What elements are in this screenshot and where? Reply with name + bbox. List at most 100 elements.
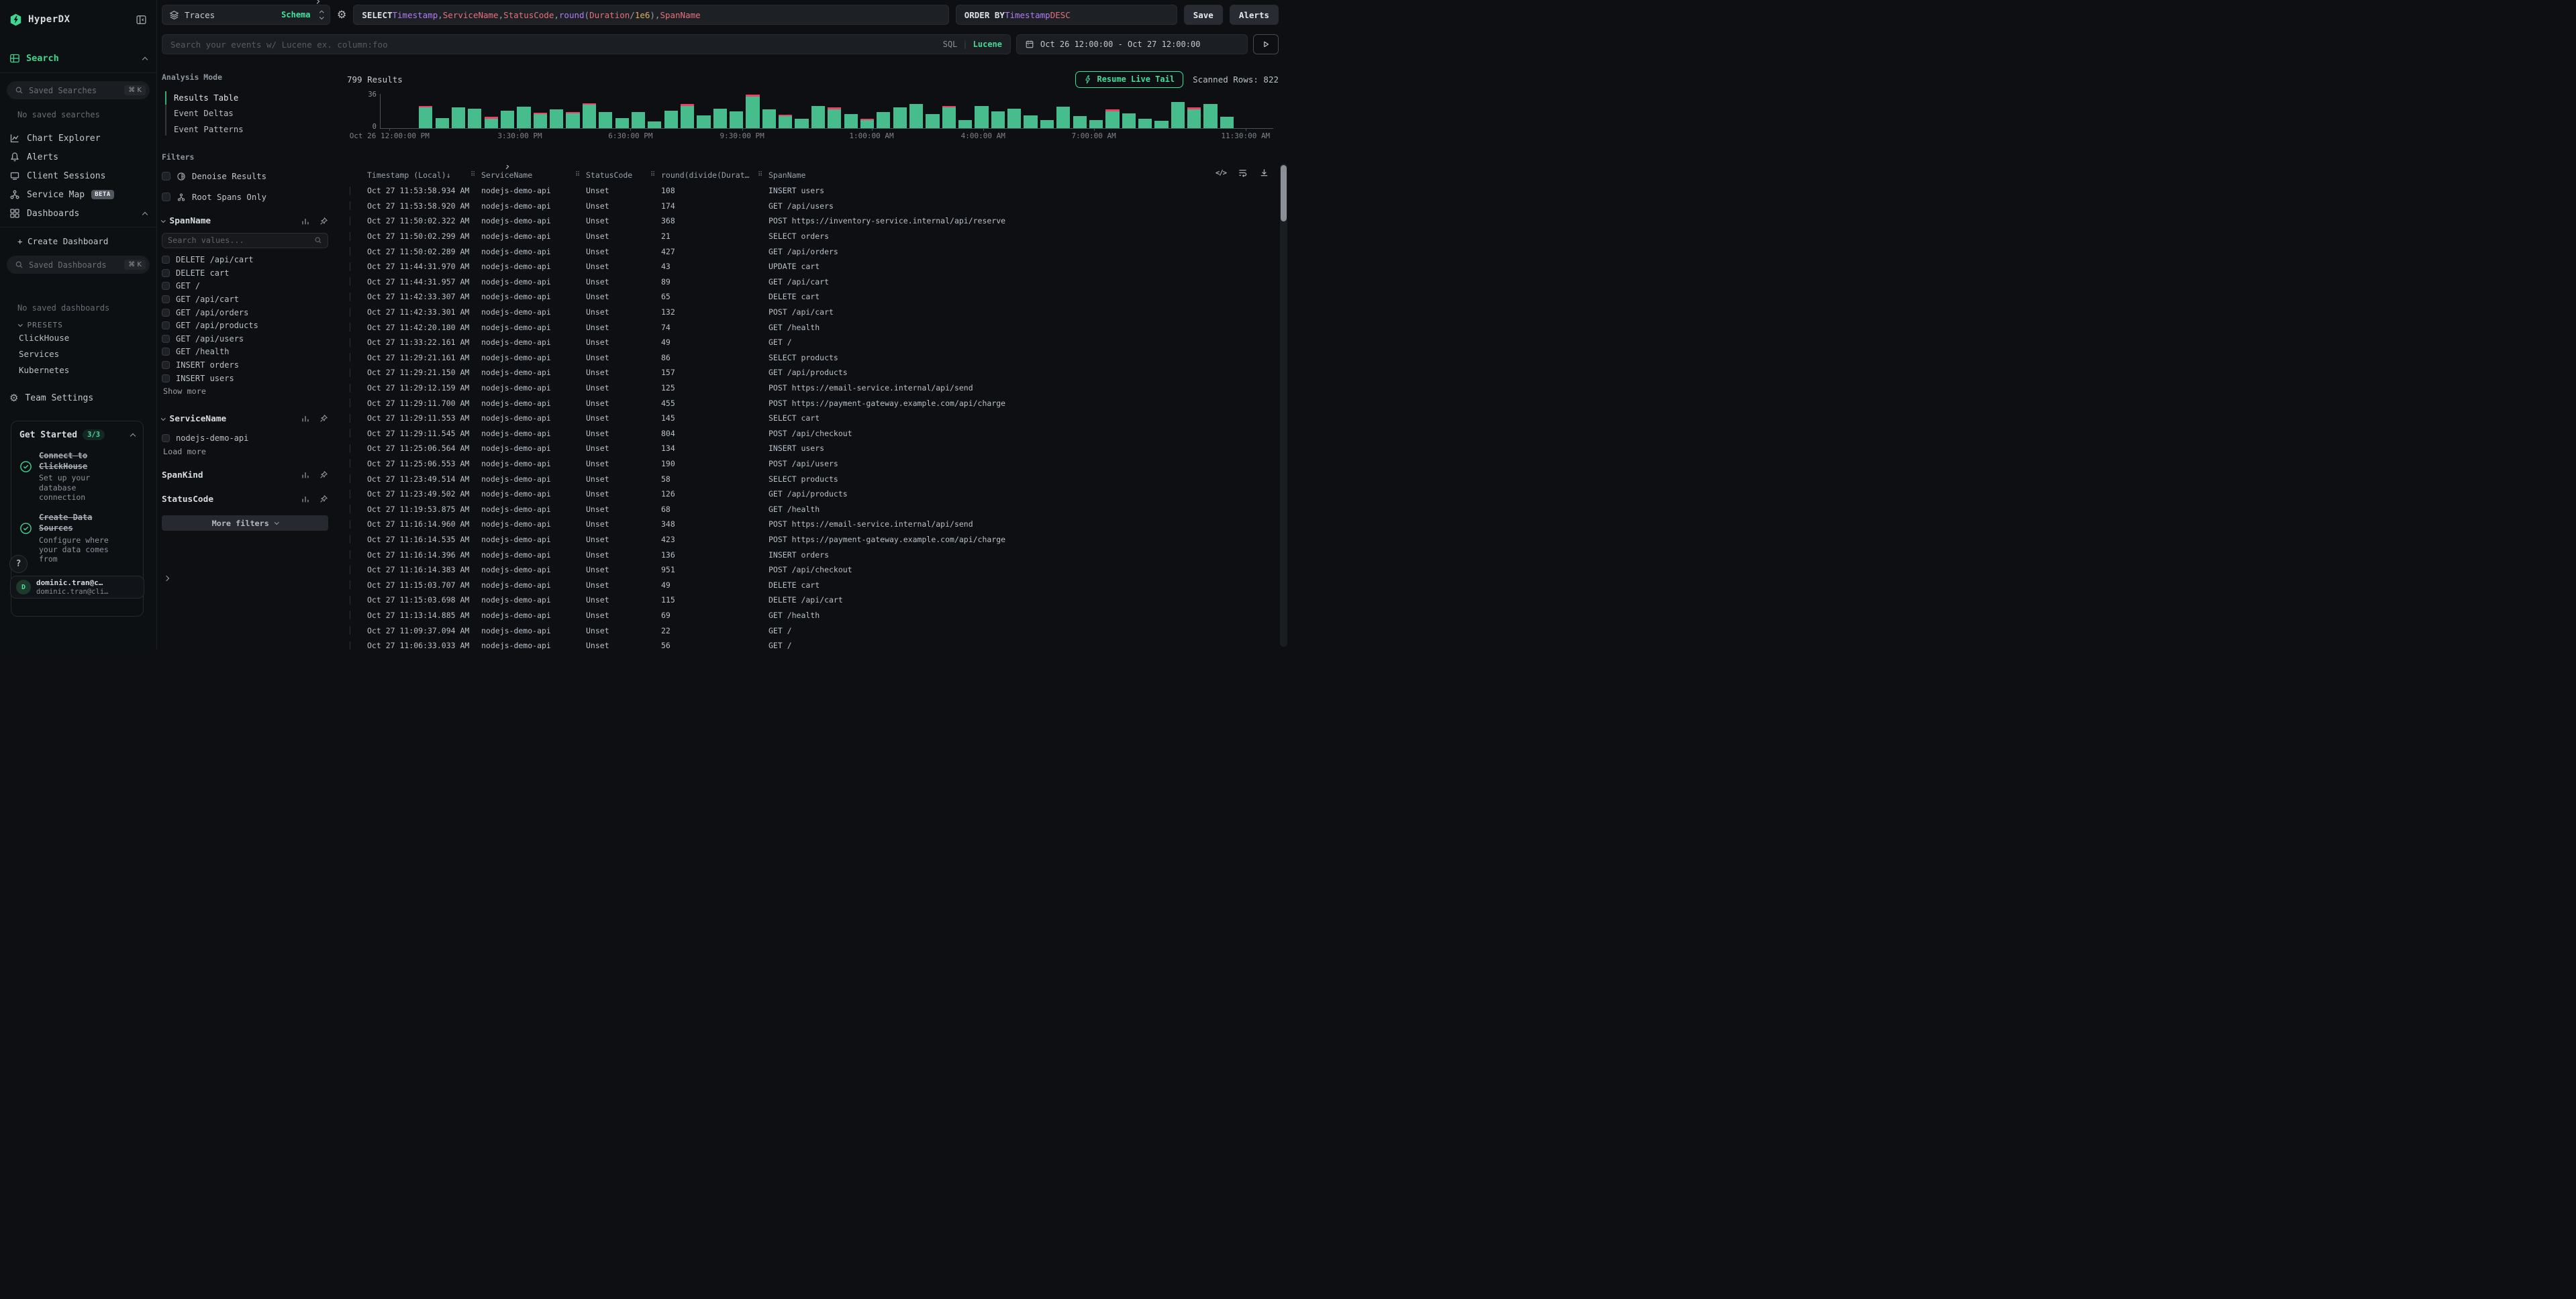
filter-value-item[interactable]: DELETE cart [162, 266, 328, 280]
user-menu[interactable]: D dominic.tran@c… dominic.tran@cli… [10, 576, 144, 599]
checkbox[interactable] [162, 295, 170, 303]
filter-value-item[interactable]: GET /api/orders [162, 306, 328, 319]
run-query-button[interactable] [1253, 34, 1279, 54]
table-row[interactable]: Oct 27 11:16:14.960 AMnodejs-demo-apiUns… [347, 517, 1279, 532]
sidebar-item-chart-explorer[interactable]: Chart Explorer [7, 129, 150, 148]
chart-mini-icon[interactable] [301, 414, 310, 423]
preset-clickhouse[interactable]: ClickHouse [7, 329, 150, 346]
table-row[interactable]: Oct 27 11:16:14.383 AMnodejs-demo-apiUns… [347, 562, 1279, 578]
chart-mini-icon[interactable] [301, 217, 310, 226]
histogram-bar[interactable] [1154, 94, 1171, 128]
filter-section-spanname[interactable]: SpanName [162, 214, 328, 229]
drag-handle-icon[interactable]: ⠿ [758, 171, 762, 178]
sidebar-item-dashboards[interactable]: Dashboards [7, 204, 150, 223]
histogram-bar[interactable] [1024, 94, 1040, 128]
filter-value-item[interactable]: GET /health [162, 346, 328, 359]
column-header-statuscode[interactable]: ⠿StatusCode [575, 170, 650, 180]
filter-value-item[interactable]: INSERT orders [162, 358, 328, 372]
table-row[interactable]: Oct 27 11:42:33.307 AMnodejs-demo-apiUns… [347, 289, 1279, 305]
table-row[interactable]: Oct 27 11:15:03.707 AMnodejs-demo-apiUns… [347, 577, 1279, 592]
table-row[interactable]: Oct 27 11:29:21.150 AMnodejs-demo-apiUns… [347, 365, 1279, 380]
histogram-bar[interactable] [1056, 94, 1073, 128]
table-row[interactable]: Oct 27 11:44:31.970 AMnodejs-demo-apiUns… [347, 259, 1279, 274]
histogram-bar[interactable] [599, 94, 615, 128]
checkbox[interactable] [162, 172, 170, 180]
histogram-bar[interactable] [615, 94, 632, 128]
source-select[interactable]: Traces Schema [162, 5, 330, 25]
column-header-duration[interactable]: ⠿round(divide(Durat… [650, 170, 758, 180]
source-settings-gear-icon[interactable]: ⚙ [337, 9, 346, 20]
checkbox[interactable] [162, 269, 170, 277]
histogram-bar[interactable] [828, 94, 844, 128]
drag-handle-icon[interactable]: ⠿ [470, 171, 475, 178]
histogram-bar[interactable] [1138, 94, 1154, 128]
histogram-bar[interactable] [844, 94, 860, 128]
table-row[interactable]: Oct 27 11:29:11.545 AMnodejs-demo-apiUns… [347, 426, 1279, 441]
filter-value-item[interactable]: GET / [162, 280, 328, 293]
histogram-bar[interactable] [1073, 94, 1089, 128]
histogram-bar[interactable] [746, 94, 762, 128]
histogram-bar[interactable] [419, 94, 435, 128]
event-search-input[interactable]: Search your events w/ Lucene ex. column:… [162, 34, 1011, 54]
histogram-bar[interactable] [534, 94, 550, 128]
sidebar-item-alerts[interactable]: Alerts [7, 148, 150, 166]
pin-icon[interactable] [319, 217, 328, 226]
scrollbar-thumb[interactable] [1281, 165, 1287, 221]
column-header-spanname[interactable]: ⠿SpanName [758, 170, 1279, 180]
table-row[interactable]: Oct 27 11:25:06.564 AMnodejs-demo-apiUns… [347, 441, 1279, 456]
pin-icon[interactable] [319, 470, 328, 480]
histogram-bar[interactable] [517, 94, 533, 128]
table-row[interactable]: Oct 27 11:42:20.180 AMnodejs-demo-apiUns… [347, 319, 1279, 335]
histogram-bar[interactable] [501, 94, 517, 128]
filter-values-search-input[interactable]: Search values... [162, 233, 328, 248]
pin-icon[interactable] [319, 414, 328, 423]
denoise-results-toggle[interactable]: Denoise Results [162, 170, 328, 183]
histogram-bar[interactable] [1187, 94, 1203, 128]
table-row[interactable]: Oct 27 11:29:11.700 AMnodejs-demo-apiUns… [347, 395, 1279, 411]
lang-sql-toggle[interactable]: SQL [943, 40, 958, 49]
chart-mini-icon[interactable] [301, 470, 310, 480]
drag-handle-icon[interactable]: ⠿ [575, 171, 580, 178]
column-header-timestamp[interactable]: Timestamp (Local)↓ [363, 170, 470, 180]
checkbox[interactable] [162, 309, 170, 317]
histogram-bar[interactable] [926, 94, 942, 128]
show-more-link[interactable]: Show more [162, 384, 328, 398]
table-row[interactable]: Oct 27 11:44:31.957 AMnodejs-demo-apiUns… [347, 274, 1279, 290]
checkbox[interactable] [162, 321, 170, 329]
get-started-step[interactable]: Connect to ClickHouse Set up your databa… [19, 451, 135, 502]
histogram-bar[interactable] [795, 94, 811, 128]
filter-value-item[interactable]: GET /api/products [162, 319, 328, 332]
histogram-bar[interactable] [811, 94, 828, 128]
histogram-bar[interactable] [991, 94, 1007, 128]
filter-value-item[interactable]: INSERT users [162, 372, 328, 385]
histogram-bar[interactable] [436, 94, 452, 128]
table-row[interactable]: Oct 27 11:53:58.934 AMnodejs-demo-apiUns… [347, 183, 1279, 199]
checkbox[interactable] [162, 361, 170, 369]
table-row[interactable]: Oct 27 11:15:03.698 AMnodejs-demo-apiUns… [347, 592, 1279, 608]
histogram-bar[interactable] [1220, 94, 1236, 128]
order-by-input[interactable]: ORDER BY Timestamp DESC [956, 5, 1177, 25]
sidebar-item-service-map[interactable]: Service Map BETA [7, 185, 150, 204]
table-row[interactable]: Oct 27 11:29:12.159 AMnodejs-demo-apiUns… [347, 380, 1279, 396]
sidebar-item-team-settings[interactable]: ⚙ Team Settings [7, 390, 150, 406]
histogram-bar[interactable] [632, 94, 648, 128]
root-spans-only-toggle[interactable]: Root Spans Only [162, 191, 328, 203]
histogram-bar[interactable] [468, 94, 484, 128]
histogram-bar[interactable] [893, 94, 909, 128]
table-row[interactable]: Oct 27 11:23:49.514 AMnodejs-demo-apiUns… [347, 471, 1279, 486]
table-row[interactable]: Oct 27 11:13:14.885 AMnodejs-demo-apiUns… [347, 608, 1279, 623]
analysis-mode-results-table[interactable]: Results Table [174, 90, 328, 106]
resume-live-tail-button[interactable]: Resume Live Tail [1075, 71, 1183, 88]
sidebar-item-search[interactable]: Search [7, 51, 150, 66]
histogram-bar[interactable] [1089, 94, 1105, 128]
vertical-scrollbar[interactable] [1280, 164, 1287, 647]
table-row[interactable]: Oct 27 11:16:14.396 AMnodejs-demo-apiUns… [347, 547, 1279, 562]
histogram-bar[interactable] [485, 94, 501, 128]
save-button[interactable]: Save [1184, 5, 1223, 25]
sidebar-item-client-sessions[interactable]: Client Sessions [7, 166, 150, 185]
histogram-bar[interactable] [909, 94, 926, 128]
filter-value-item[interactable]: GET /api/users [162, 332, 328, 346]
lang-lucene-toggle[interactable]: Lucene [973, 40, 1002, 49]
column-header-servicename[interactable]: ⠿ServiceName [470, 170, 575, 180]
histogram-bar[interactable] [779, 94, 795, 128]
